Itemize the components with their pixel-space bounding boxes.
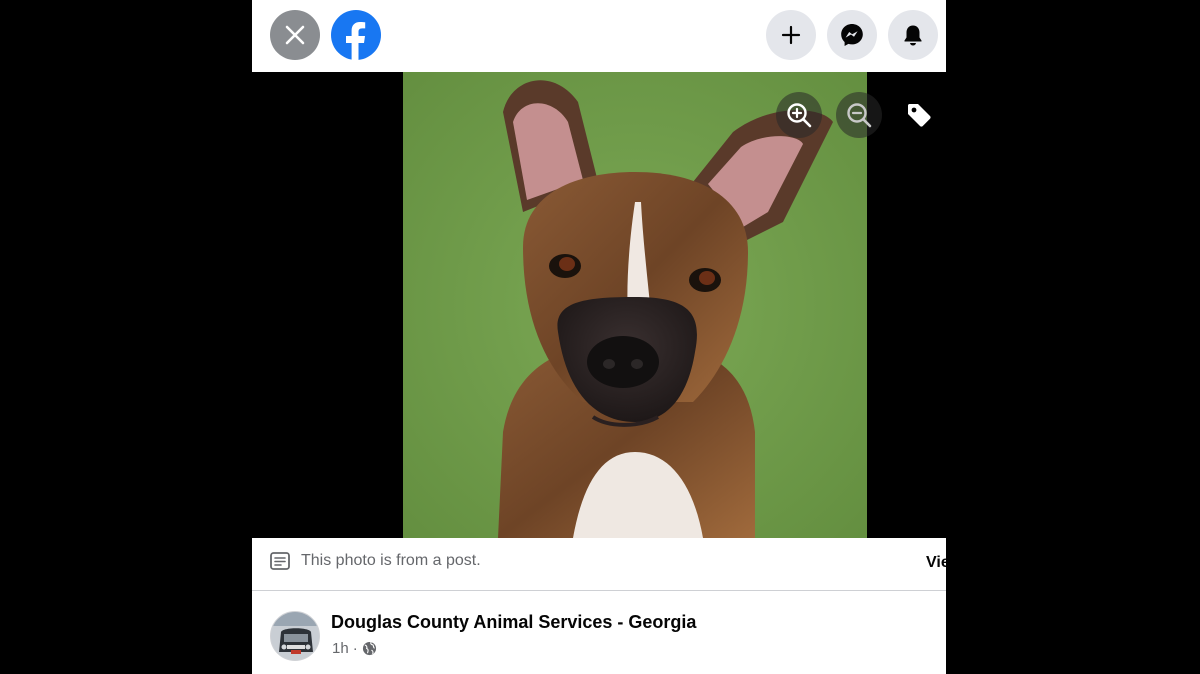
facebook-logo[interactable] (331, 10, 381, 60)
messenger-button[interactable] (827, 10, 877, 60)
facebook-f-icon (346, 22, 366, 60)
zoom-in-button[interactable] (776, 92, 822, 138)
top-bar (252, 0, 946, 72)
tag-icon (908, 104, 931, 127)
close-icon (285, 25, 305, 45)
tag-photo-button[interactable] (896, 92, 942, 138)
post-icon (270, 552, 290, 570)
post-notice: This photo is from a post. (270, 552, 481, 570)
avatar[interactable] (270, 611, 320, 661)
plus-icon (781, 25, 801, 45)
view-post-link[interactable]: Vie (926, 554, 946, 572)
messenger-icon (841, 24, 863, 46)
bell-icon (904, 25, 922, 46)
divider (252, 590, 946, 591)
post-author-name[interactable]: Douglas County Animal Services - Georgia (331, 612, 696, 633)
zoom-out-icon (847, 103, 872, 128)
close-button[interactable] (270, 10, 320, 60)
photo-viewer: This photo is from a post. Vie Douglas C… (252, 0, 946, 674)
post-notice-text: This photo is from a post. (301, 552, 481, 569)
zoom-out-button[interactable] (836, 92, 882, 138)
post-info-panel: This photo is from a post. Vie Douglas C… (252, 538, 946, 674)
photo-dog[interactable] (403, 72, 867, 538)
zoom-in-icon (787, 103, 812, 128)
notifications-button[interactable] (888, 10, 938, 60)
globe-icon[interactable] (362, 641, 377, 656)
create-button[interactable] (766, 10, 816, 60)
post-meta: 1h · (332, 640, 377, 657)
meta-separator: · (352, 640, 358, 657)
photo-area (252, 72, 946, 538)
post-timestamp[interactable]: 1h (332, 640, 349, 657)
